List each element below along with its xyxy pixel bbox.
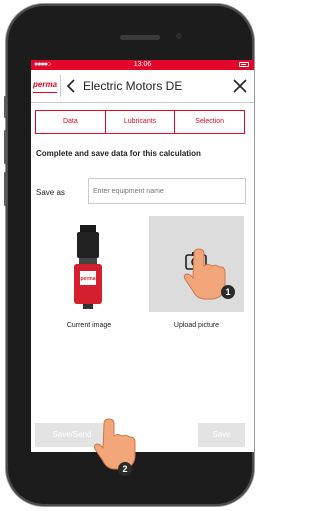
volume-down-button [4,172,7,206]
header-divider [60,75,61,97]
step-1-badge: 1 [221,285,235,299]
save-button[interactable]: Save [198,423,245,447]
perma-logo: perma [33,80,57,93]
step-2-badge: 2 [118,462,132,476]
status-time: 13:06 [133,61,152,68]
section-heading: Complete and save data for this calculat… [36,149,201,158]
tab-data[interactable]: Data [36,111,105,133]
chevron-left-icon[interactable] [65,79,77,93]
current-image-caption: Current image [66,322,112,329]
close-icon[interactable] [232,78,248,94]
page-title: Electric Motors DE [83,79,183,93]
tab-lubricants[interactable]: Lubricants [104,111,175,133]
battery-icon [239,62,249,67]
earpiece-speaker [120,35,160,40]
tap-hand-icon-2 [93,418,136,470]
status-bar: ●●●●○ 13:06 [31,60,254,70]
save-as-label: Save as [36,188,65,197]
front-camera [176,33,182,39]
tab-bar: Data Lubricants Selection [35,110,245,134]
app-header: perma Electric Motors DE [31,70,254,103]
volume-up-button [4,130,7,164]
upload-picture-caption: Upload picture [173,322,220,329]
mute-switch [4,96,7,118]
equipment-name-input[interactable] [88,178,246,204]
product-logo-text: perma [80,276,95,282]
product-image: perma [74,225,102,309]
tab-selection[interactable]: Selection [174,111,244,133]
